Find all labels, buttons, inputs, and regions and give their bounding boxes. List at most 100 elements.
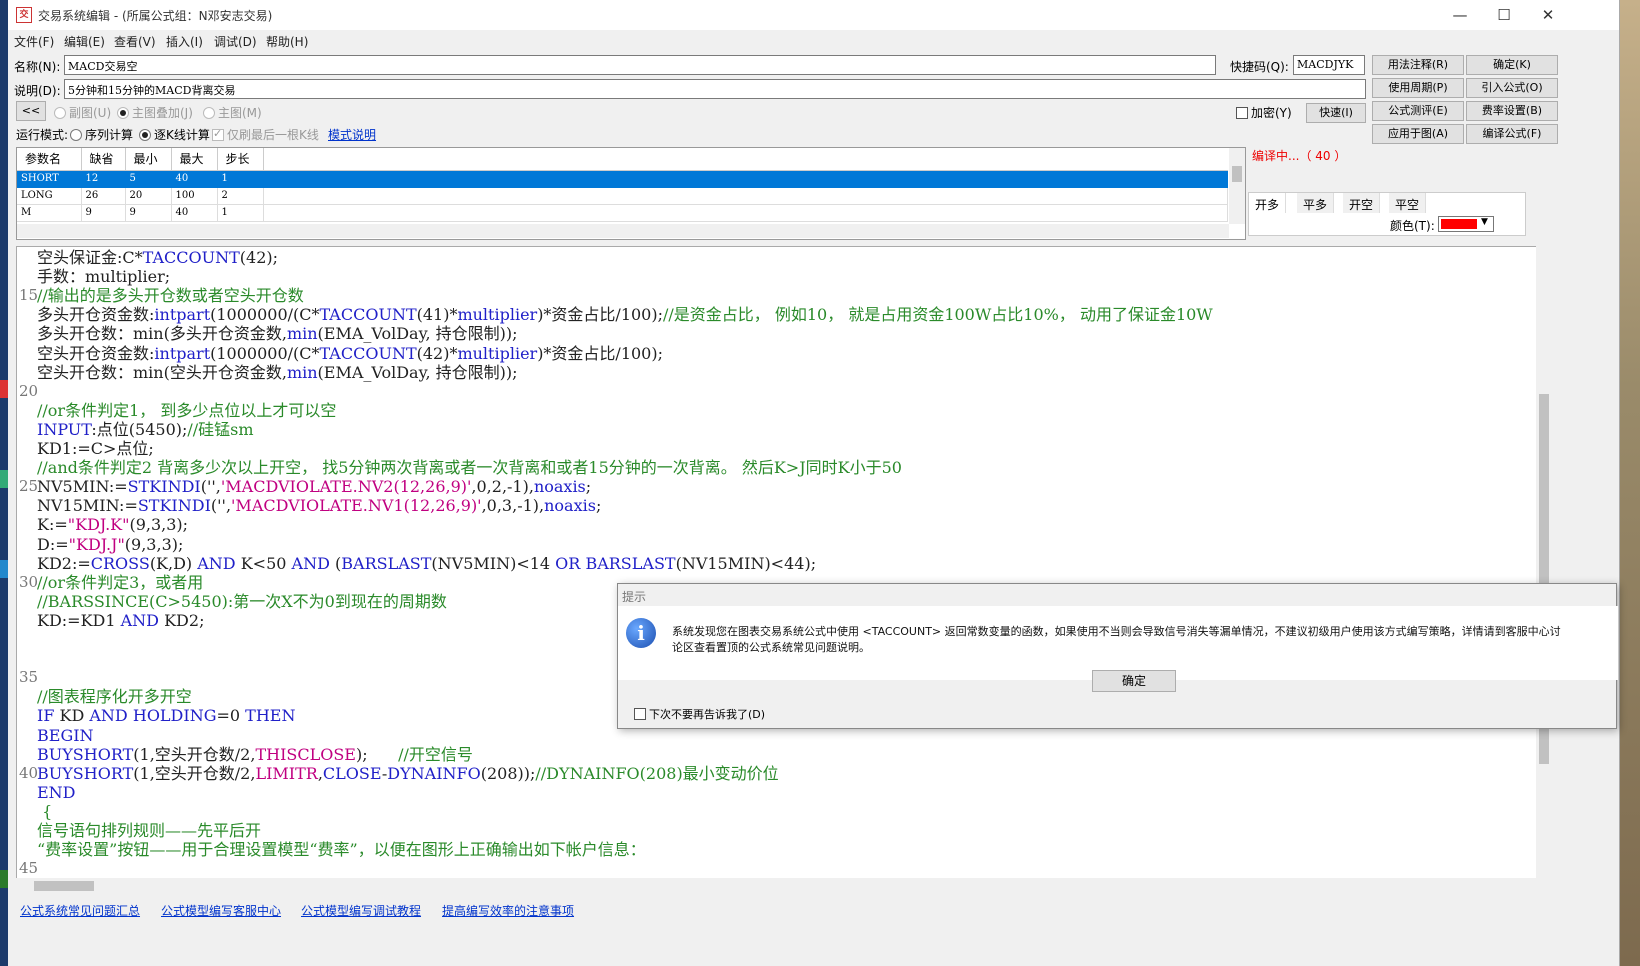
code-token: (NV5MIN)<14	[431, 553, 556, 573]
usage-note-button[interactable]: 用法注释(R)	[1372, 55, 1464, 75]
code-text: 多头开仓资金数:intpart(1000000/(C*TACCOUNT(41)*…	[37, 305, 1213, 324]
window-title: 交易系统编辑 - (所属公式组：N邓安志交易)	[38, 9, 273, 23]
radio-sequence-calc[interactable]: 序列计算	[70, 126, 133, 143]
mode-help-link[interactable]: 模式说明	[328, 126, 376, 143]
code-text: {	[37, 802, 52, 821]
param-vscroll-thumb[interactable]	[1232, 166, 1242, 182]
code-token: STKINDI	[127, 477, 201, 497]
confirm-button[interactable]: 确定(K)	[1466, 55, 1558, 75]
code-text: KD1:=C>点位;	[37, 439, 154, 458]
maximize-button[interactable]: ☐	[1484, 4, 1524, 26]
param-cell[interactable]: 20	[125, 187, 172, 205]
param-cell[interactable]: 5	[125, 170, 172, 188]
code-token: noaxis	[544, 496, 596, 516]
menu-file[interactable]: 文件(F)	[14, 33, 54, 50]
param-cell[interactable]: 1	[217, 204, 264, 222]
param-cell[interactable]: 9	[125, 204, 172, 222]
code-token: //输出的是多头开仓数或者空头开仓数	[37, 286, 304, 306]
compile-status: 编译中...（ 40 ）	[1252, 149, 1347, 163]
param-cell[interactable]: SHORT	[17, 170, 82, 188]
desc-field[interactable]: 5分钟和15分钟的MACD背离交易	[64, 79, 1366, 99]
fee-settings-button[interactable]: 费率设置(B)	[1466, 101, 1558, 121]
radio-overlay[interactable]: 主图叠加(J)	[117, 104, 193, 121]
radio-main[interactable]: 主图(M)	[203, 104, 262, 121]
menu-debug[interactable]: 调试(D)	[214, 33, 257, 50]
color-dropdown[interactable]: ▼	[1438, 216, 1494, 232]
param-cell[interactable]: 12	[81, 170, 126, 188]
code-token: "KDJ.J"	[68, 534, 125, 554]
code-token: TACCOUNT	[319, 305, 417, 325]
param-hscroll[interactable]	[17, 224, 1229, 238]
import-formula-button[interactable]: 引入公式(O)	[1466, 78, 1558, 98]
code-token: D:=	[37, 534, 69, 554]
quick-button[interactable]: 快速(I)	[1306, 103, 1366, 123]
param-row[interactable]: LONG 26 20 100 2	[17, 187, 1228, 205]
code-token: AND	[291, 553, 330, 573]
param-cell[interactable]: 1	[217, 170, 264, 188]
faq-link[interactable]: 公式系统常见问题汇总	[20, 902, 140, 919]
dont-show-again-checkbox[interactable]: 下次不要再告诉我了(D)	[634, 706, 765, 722]
code-token: CLOSE	[322, 763, 382, 783]
menu-help[interactable]: 帮助(H)	[266, 33, 308, 50]
code-token: //or条件判定3，或者用	[37, 572, 204, 592]
code-token: 多头开仓资金数:	[37, 305, 155, 325]
shortcut-field[interactable]: MACDJYK	[1293, 55, 1365, 75]
code-text: 空头开仓资金数:intpart(1000000/(C*TACCOUNT(42)*…	[37, 344, 663, 363]
param-cell[interactable]: 2	[217, 187, 264, 205]
use-period-button[interactable]: 使用周期(P)	[1372, 78, 1464, 98]
code-text: //BARSSINCE(C>5450):第一次X不为0到现在的周期数	[37, 592, 447, 611]
apply-to-chart-button[interactable]: 应用于图(A)	[1372, 124, 1464, 144]
param-cell[interactable]: LONG	[17, 187, 82, 205]
name-label: 名称(N):	[14, 60, 61, 74]
radio-subchart[interactable]: 副图(U)	[54, 104, 111, 121]
code-token: (9,3,3);	[129, 515, 189, 535]
code-text: //输出的是多头开仓数或者空头开仓数	[37, 286, 304, 305]
menu-edit[interactable]: 编辑(E)	[64, 33, 105, 50]
run-mode-label: 运行模式:	[16, 128, 69, 142]
only-last-bar-checkbox[interactable]: 仅刷最后一根K线	[212, 126, 319, 143]
debug-tutorial-link[interactable]: 公式模型编写调试教程	[301, 902, 421, 919]
param-cell[interactable]: 100	[171, 187, 218, 205]
efficiency-tips-link[interactable]: 提高编写效率的注意事项	[442, 902, 574, 919]
collapse-button[interactable]: <<	[16, 101, 46, 121]
trading-system-editor-window: 交 交易系统编辑 - (所属公式组：N邓安志交易) — ☐ ✕ 文件(F) 编辑…	[0, 0, 1620, 966]
editor-hscroll-thumb[interactable]	[34, 881, 94, 891]
code-text: KD:=KD1 AND KD2;	[37, 611, 204, 630]
tab-close-short[interactable]: 平空	[1389, 193, 1427, 213]
menu-view[interactable]: 查看(V)	[114, 33, 156, 50]
param-cell[interactable]: 9	[81, 204, 126, 222]
editor-vscroll[interactable]	[1536, 246, 1552, 894]
dialog-ok-button[interactable]: 确定	[1092, 670, 1176, 692]
code-token: (1000000/(C*	[210, 343, 320, 363]
param-vscroll[interactable]	[1229, 148, 1245, 224]
code-token: KD	[54, 706, 90, 726]
name-field[interactable]: MACD交易空	[64, 55, 1216, 75]
tab-close-long[interactable]: 平多	[1297, 193, 1335, 213]
close-button[interactable]: ✕	[1528, 4, 1568, 26]
radio-tick-calc[interactable]: 逐K线计算	[139, 126, 210, 143]
code-token: (1,空头开仓数/2,	[133, 763, 256, 783]
code-token: 空头开仓数：min(空头开仓资金数,	[37, 362, 287, 382]
code-token: ('',	[200, 477, 221, 497]
param-row[interactable]: M 9 9 40 1	[17, 204, 1228, 222]
param-cell[interactable]: M	[17, 204, 82, 222]
compile-button[interactable]: 编译公式(F)	[1466, 124, 1558, 144]
code-editor[interactable]: 空头保证金:C*TACCOUNT(42); 手数：multiplier; 15//输…	[16, 246, 1552, 894]
minimize-button[interactable]: —	[1440, 4, 1480, 26]
tab-open-long[interactable]: 开多	[1249, 193, 1287, 213]
param-row[interactable]: SHORT 12 5 40 1	[17, 170, 1228, 188]
menu-bar: 文件(F) 编辑(E) 查看(V) 插入(I) 调试(D) 帮助(H)	[8, 30, 1619, 52]
encrypt-checkbox[interactable]: 加密(Y)	[1236, 104, 1292, 121]
param-cell[interactable]: 26	[81, 187, 126, 205]
tab-open-short[interactable]: 开空	[1343, 193, 1381, 213]
code-token: min	[286, 324, 318, 344]
param-header-step: 步长	[217, 148, 264, 171]
menu-insert[interactable]: 插入(I)	[166, 33, 203, 50]
support-center-link[interactable]: 公式模型编写客服中心	[161, 902, 281, 919]
param-cell[interactable]: 40	[171, 170, 218, 188]
code-token: KD:=KD1	[37, 610, 121, 630]
param-cell[interactable]: 40	[171, 204, 218, 222]
formula-test-button[interactable]: 公式测评(E)	[1372, 101, 1464, 121]
editor-hscroll[interactable]	[16, 878, 1536, 894]
param-header-name: 参数名	[17, 148, 82, 171]
